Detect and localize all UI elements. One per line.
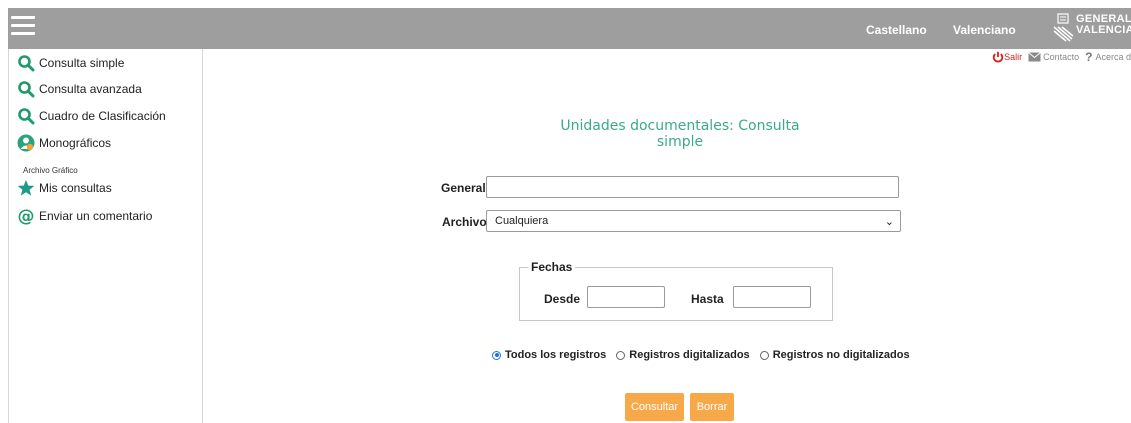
star-icon <box>17 180 35 196</box>
language-valenciano-link[interactable]: Valenciano <box>953 23 1016 37</box>
chevron-down-icon: ⌄ <box>884 216 894 228</box>
registros-radio-group: Todos los registros Registros digitaliza… <box>492 349 920 361</box>
sidebar-item-consulta-simple[interactable]: Consulta simple <box>17 54 124 72</box>
sidebar-item-consulta-avanzada[interactable]: Consulta avanzada <box>17 80 142 98</box>
top-bar: Castellano Valenciano GENERALITAT VALENC… <box>8 8 1131 49</box>
radio-label: Registros digitalizados <box>629 349 750 361</box>
sidebar-item-label: Enviar un comentario <box>39 209 153 223</box>
radio-checked-icon <box>492 350 501 360</box>
radio-label: Registros no digitalizados <box>772 349 910 361</box>
at-icon: @ <box>18 207 35 225</box>
sidebar: Consulta simple Consulta avanzada Cuadro… <box>8 49 203 423</box>
logo-line-2: VALENCIANA <box>1076 24 1131 36</box>
sidebar-item-label: Consulta simple <box>39 56 125 70</box>
people-icon <box>17 134 35 152</box>
search-icon <box>18 108 35 125</box>
radio-registros-digitalizados[interactable]: Registros digitalizados <box>616 349 750 361</box>
acerca-link[interactable]: ? Acerca d <box>1085 50 1131 64</box>
archivo-label: Archivo <box>442 215 487 229</box>
sidebar-item-label: Monográficos <box>39 136 112 150</box>
sidebar-item-cuadro-clasificacion[interactable]: Cuadro de Clasificación <box>17 107 166 125</box>
sidebar-item-label: Cuadro de Clasificación <box>39 109 166 123</box>
radio-registros-no-digitalizados[interactable]: Registros no digitalizados <box>759 349 910 361</box>
language-castellano-link[interactable]: Castellano <box>866 23 927 37</box>
acerca-label: Acerca d <box>1095 52 1131 62</box>
section-heading-archivo-grafico: Archivo Gráfico <box>23 166 78 175</box>
radio-unchecked-icon <box>616 350 626 360</box>
contacto-link[interactable]: Contacto <box>1028 52 1079 62</box>
power-icon <box>992 51 1004 63</box>
salir-link[interactable]: Salir <box>992 51 1022 63</box>
archivo-selected-value: Cualquiera <box>495 215 549 227</box>
svg-text:@: @ <box>18 207 35 225</box>
top-links: Salir Contacto ? Acerca d <box>986 50 1131 64</box>
sidebar-item-label: Mis consultas <box>39 181 112 195</box>
general-label: General <box>441 181 486 195</box>
radio-unchecked-icon <box>759 350 769 360</box>
search-icon <box>18 55 35 72</box>
hasta-input[interactable] <box>733 286 811 308</box>
search-icon <box>18 81 35 98</box>
radio-todos-registros[interactable]: Todos los registros <box>492 349 606 361</box>
consultar-button[interactable]: Consultar <box>625 393 684 421</box>
radio-label: Todos los registros <box>505 349 607 361</box>
hamburger-menu-icon[interactable] <box>11 16 35 36</box>
question-icon: ? <box>1085 50 1093 64</box>
fechas-legend: Fechas <box>528 260 576 274</box>
fechas-fieldset: Fechas Desde Hasta <box>519 260 833 321</box>
generalitat-logo-icon <box>1053 13 1074 42</box>
desde-label: Desde <box>544 292 581 306</box>
hasta-label: Hasta <box>691 292 724 306</box>
borrar-button[interactable]: Borrar <box>690 393 734 421</box>
sidebar-item-label: Consulta avanzada <box>39 82 142 96</box>
sidebar-item-mis-consultas[interactable]: Mis consultas <box>17 179 112 197</box>
sidebar-item-enviar-comentario[interactable]: @ Enviar un comentario <box>17 207 153 225</box>
archivo-select[interactable]: Cualquiera ⌄ <box>486 210 901 232</box>
generalitat-logo-text: GENERALITAT VALENCIANA <box>1076 14 1131 36</box>
general-input[interactable] <box>486 176 899 198</box>
envelope-icon <box>1028 52 1041 62</box>
sidebar-item-monograficos[interactable]: Monográficos <box>17 134 111 152</box>
contacto-label: Contacto <box>1043 52 1080 62</box>
page-title: Unidades documentales: Consulta simple <box>560 118 800 150</box>
desde-input[interactable] <box>587 286 665 308</box>
salir-label: Salir <box>1004 52 1023 62</box>
